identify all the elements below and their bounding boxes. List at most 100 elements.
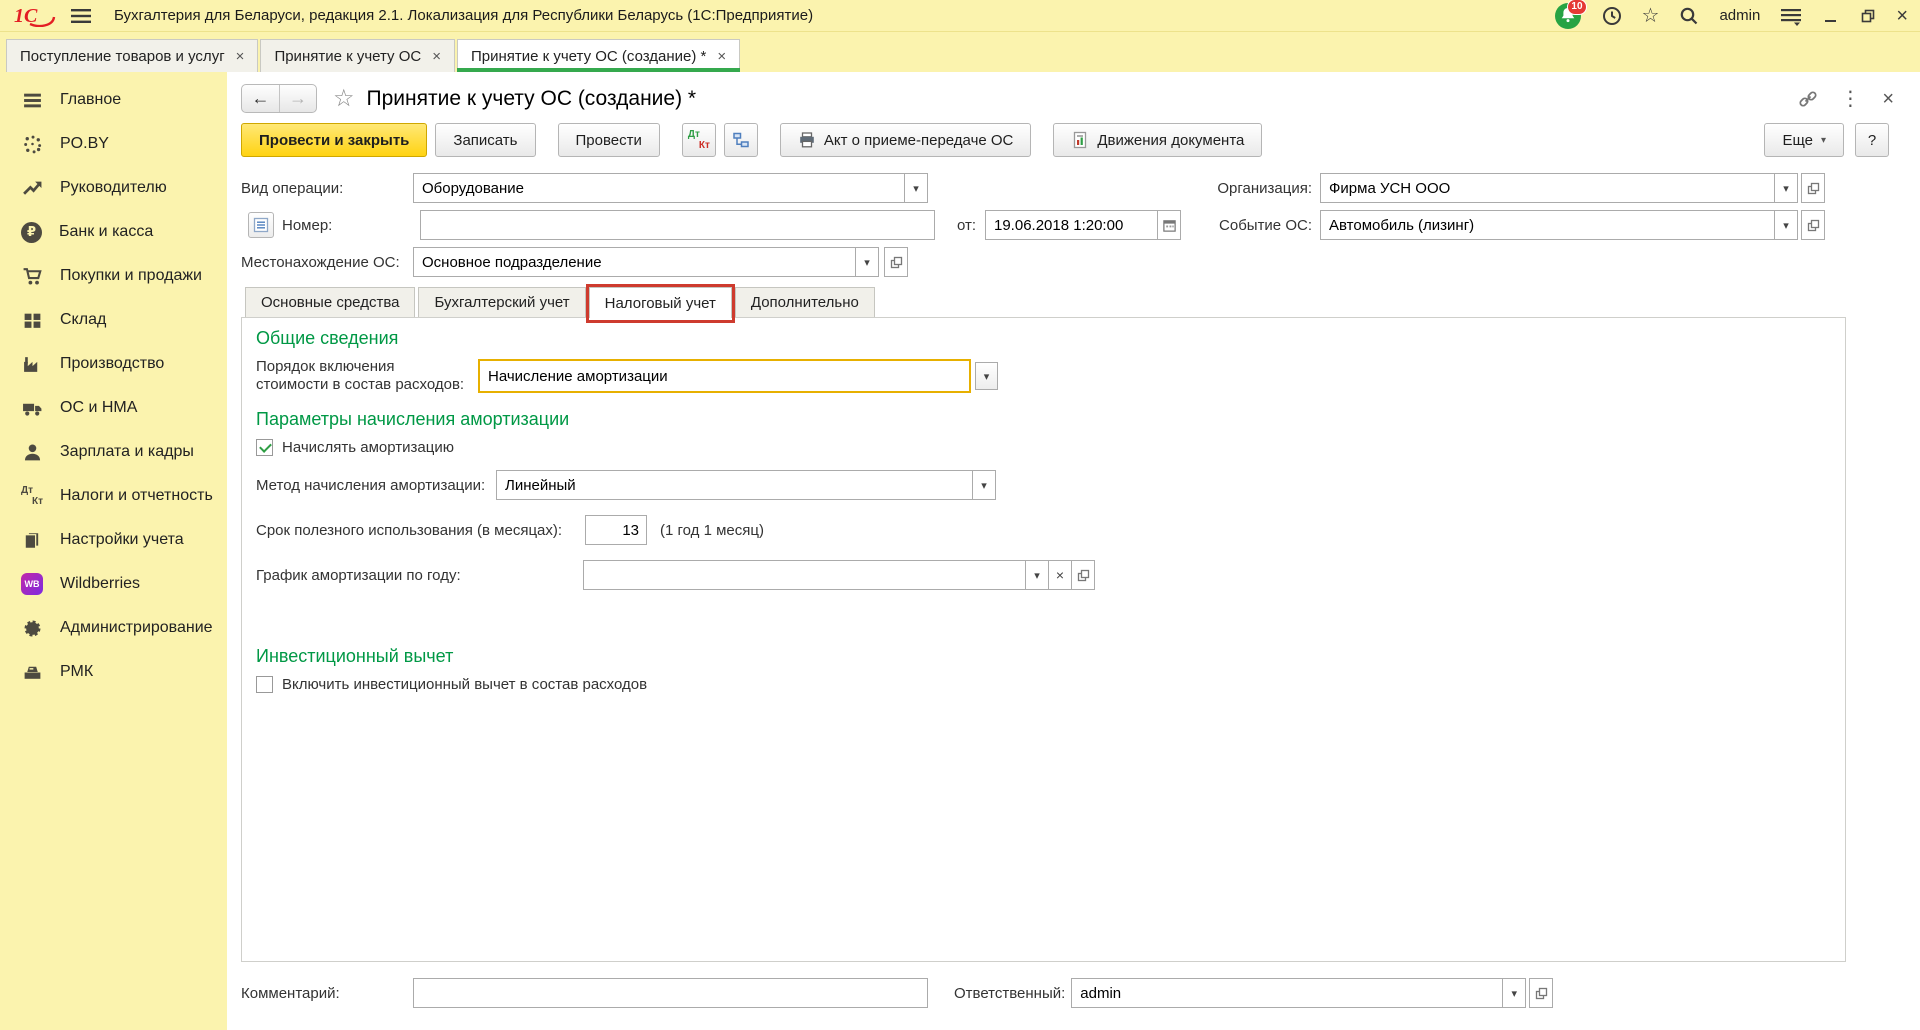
report-doc-icon bbox=[1071, 131, 1089, 149]
tab-close-icon[interactable]: × bbox=[432, 48, 441, 65]
menu-lines-icon bbox=[21, 89, 43, 111]
sidebar-item-rukovoditelyu[interactable]: Руководителю bbox=[0, 166, 227, 210]
cost-inclusion-order-combobox[interactable]: Начисление амортизации bbox=[478, 359, 971, 393]
dropdown-arrow-icon[interactable]: ▾ bbox=[1502, 979, 1525, 1007]
investment-deduction-checkbox[interactable] bbox=[256, 676, 273, 693]
tab-close-icon[interactable]: × bbox=[236, 48, 245, 65]
number-input[interactable] bbox=[420, 210, 935, 240]
tab-close-icon[interactable]: × bbox=[717, 48, 726, 65]
help-button[interactable]: ? bbox=[1855, 123, 1889, 157]
document-toolbar: Провести и закрыть Записать Провести ДтК… bbox=[227, 119, 1920, 167]
depreciation-schedule-label: График амортизации по году: bbox=[256, 567, 583, 584]
sidebar-item-proizvodstvo[interactable]: Производство bbox=[0, 342, 227, 386]
operation-type-label: Вид операции: bbox=[241, 180, 413, 197]
tab-label: Поступление товаров и услуг bbox=[20, 48, 225, 65]
dropdown-arrow-icon[interactable]: ▾ bbox=[904, 174, 927, 202]
open-icon bbox=[1535, 987, 1548, 1000]
sidebar-item-label: Главное bbox=[60, 91, 121, 109]
sidebar-item-label: Налоги и отчетность bbox=[60, 487, 213, 505]
organization-combobox[interactable]: Фирма УСН ООО ▾ bbox=[1320, 173, 1798, 203]
sidebar-item-label: Банк и касса bbox=[59, 223, 153, 241]
comment-input[interactable] bbox=[413, 978, 928, 1008]
dropdown-arrow-icon[interactable]: ▾ bbox=[1774, 174, 1797, 202]
tab-prinyatie-k-uchetu-os[interactable]: Принятие к учету ОС × bbox=[260, 39, 455, 72]
minimize-icon[interactable] bbox=[1822, 7, 1840, 25]
tab-postuplenie-tovarov[interactable]: Поступление товаров и услуг × bbox=[6, 39, 258, 72]
document-movements-button[interactable]: Движения документа bbox=[1053, 123, 1262, 157]
open-organization-button[interactable] bbox=[1801, 173, 1825, 203]
document-form: ← → ☆ Принятие к учету ОС (создание) * ⋮… bbox=[227, 72, 1920, 1030]
sidebar-item-zarplata-i-kadry[interactable]: Зарплата и кадры bbox=[0, 430, 227, 474]
tab-prinyatie-k-uchetu-os-sozdanie[interactable]: Принятие к учету ОС (создание) * × bbox=[457, 39, 740, 72]
post-and-close-button[interactable]: Провести и закрыть bbox=[241, 123, 427, 157]
tab-label: Принятие к учету ОС (создание) * bbox=[471, 48, 706, 65]
accrue-depreciation-checkbox[interactable] bbox=[256, 439, 273, 456]
organization-label: Организация: bbox=[1217, 180, 1312, 197]
sidebar-item-nalogi-i-otchetnost[interactable]: ДтКт Налоги и отчетность bbox=[0, 474, 227, 518]
ruble-circle-icon: ₽ bbox=[21, 222, 42, 243]
post-button[interactable]: Провести bbox=[558, 123, 660, 157]
more-dots-icon[interactable]: ⋮ bbox=[1840, 89, 1860, 109]
calendar-icon[interactable] bbox=[1157, 211, 1180, 239]
sidebar-item-bank-i-kassa[interactable]: ₽ Банк и касса bbox=[0, 210, 227, 254]
save-button[interactable]: Записать bbox=[435, 123, 535, 157]
notifications-bell-icon[interactable]: 10 bbox=[1554, 2, 1582, 30]
sidebar-item-administrirovanie[interactable]: Администрирование bbox=[0, 606, 227, 650]
dropdown-arrow-icon[interactable]: ▾ bbox=[972, 471, 995, 499]
close-window-icon[interactable]: × bbox=[1896, 6, 1908, 26]
number-list-icon bbox=[252, 216, 270, 234]
os-event-combobox[interactable]: Автомобиль (лизинг) ▾ bbox=[1320, 210, 1798, 240]
sidebar-item-sklad[interactable]: Склад bbox=[0, 298, 227, 342]
set-number-button[interactable] bbox=[248, 212, 274, 238]
open-schedule-button[interactable] bbox=[1071, 561, 1094, 589]
sidebar-item-label: Администрирование bbox=[60, 619, 213, 637]
sidebar-item-po-by[interactable]: PO.BY bbox=[0, 122, 227, 166]
dropdown-arrow-icon[interactable]: ▾ bbox=[1774, 211, 1797, 239]
tab-buhgalterskij-uchet[interactable]: Бухгалтерский учет bbox=[418, 287, 585, 317]
wildberries-icon: WB bbox=[21, 573, 43, 595]
back-button[interactable]: ← bbox=[242, 85, 279, 112]
tab-osnovnye-sredstva[interactable]: Основные средства bbox=[245, 287, 415, 317]
more-button[interactable]: Еще ▾ bbox=[1764, 123, 1844, 157]
responsible-combobox[interactable]: admin ▾ bbox=[1071, 978, 1526, 1008]
get-link-icon[interactable] bbox=[1798, 89, 1818, 109]
sidebar-item-pokupki-i-prodazhi[interactable]: Покупки и продажи bbox=[0, 254, 227, 298]
depreciation-method-label: Метод начисления амортизации: bbox=[256, 477, 496, 494]
favorite-star-icon[interactable]: ☆ bbox=[333, 84, 355, 113]
dropdown-arrow-icon[interactable]: ▾ bbox=[855, 248, 878, 276]
close-form-icon[interactable]: × bbox=[1882, 89, 1894, 109]
sidebar-item-wildberries[interactable]: WB Wildberries bbox=[0, 562, 227, 606]
current-user[interactable]: admin bbox=[1719, 7, 1760, 24]
location-combobox[interactable]: Основное подразделение ▾ bbox=[413, 247, 879, 277]
sidebar-item-glavnoe[interactable]: Главное bbox=[0, 78, 227, 122]
tab-nalogovyj-uchet[interactable]: Налоговый учет bbox=[589, 287, 732, 318]
document-tab-strip: Основные средства Бухгалтерский учет Нал… bbox=[245, 287, 1846, 317]
settings-menu-icon[interactable] bbox=[1779, 5, 1803, 27]
operation-type-combobox[interactable]: Оборудование ▾ bbox=[413, 173, 928, 203]
open-responsible-button[interactable] bbox=[1529, 978, 1553, 1008]
document-structure-button[interactable] bbox=[724, 123, 758, 157]
sidebar-item-os-i-nma[interactable]: ОС и НМА bbox=[0, 386, 227, 430]
sidebar-item-rmk[interactable]: РМК bbox=[0, 650, 227, 694]
restore-window-icon[interactable] bbox=[1859, 7, 1877, 25]
search-icon[interactable] bbox=[1678, 5, 1700, 27]
sidebar-item-label: Настройки учета bbox=[60, 531, 184, 549]
act-print-button[interactable]: Акт о приеме-передаче ОС bbox=[780, 123, 1032, 157]
dropdown-arrow-icon[interactable]: ▾ bbox=[1025, 561, 1048, 589]
forward-button[interactable]: → bbox=[279, 85, 316, 112]
sidebar-item-nastrojki-ucheta[interactable]: Настройки учета bbox=[0, 518, 227, 562]
debit-credit-button[interactable]: ДтКт bbox=[682, 123, 716, 157]
tab-dopolnitelno[interactable]: Дополнительно bbox=[735, 287, 875, 317]
favorites-star-icon[interactable]: ☆ bbox=[1642, 6, 1660, 26]
depreciation-schedule-combobox[interactable]: ▾ × bbox=[583, 560, 1095, 590]
open-event-button[interactable] bbox=[1801, 210, 1825, 240]
open-location-button[interactable] bbox=[884, 247, 908, 277]
clear-field-icon[interactable]: × bbox=[1048, 561, 1071, 589]
useful-life-input[interactable]: 13 bbox=[585, 515, 647, 545]
depreciation-method-combobox[interactable]: Линейный ▾ bbox=[496, 470, 996, 500]
sidebar-item-label: Покупки и продажи bbox=[60, 267, 202, 285]
main-menu-icon[interactable] bbox=[70, 7, 92, 25]
dropdown-arrow-button[interactable]: ▾ bbox=[975, 362, 998, 390]
date-input[interactable]: 19.06.2018 1:20:00 bbox=[985, 210, 1181, 240]
history-icon[interactable] bbox=[1601, 5, 1623, 27]
